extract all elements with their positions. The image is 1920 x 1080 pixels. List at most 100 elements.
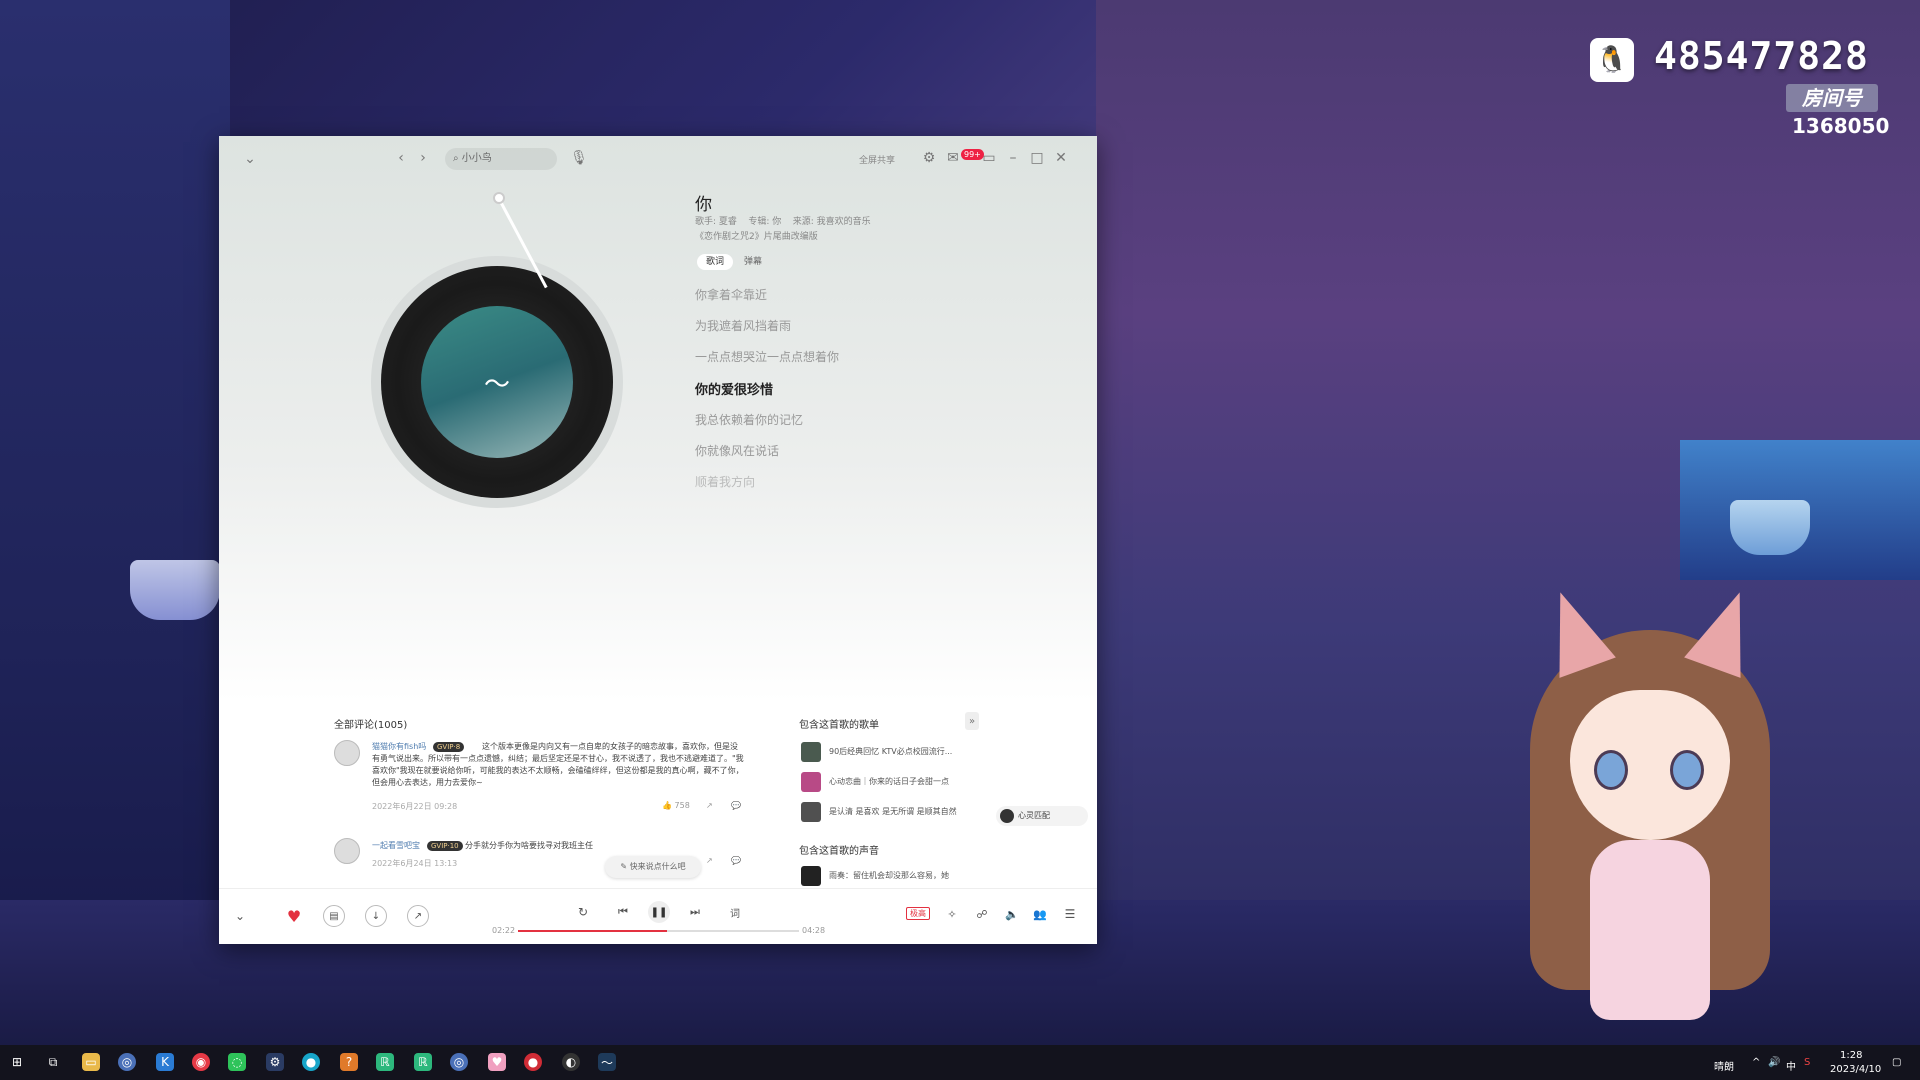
tonearm-pivot	[493, 192, 505, 204]
reply-icon[interactable]: 💬	[731, 801, 741, 810]
app-red-icon[interactable]: ●	[524, 1053, 542, 1071]
song-meta: 歌手: 夏睿 专辑: 你 来源: 我喜欢的音乐	[695, 214, 871, 227]
clock-date[interactable]: 2023/4/10	[1830, 1064, 1881, 1075]
expand-chevron-icon[interactable]: »	[965, 712, 979, 730]
playlist-thumb	[801, 742, 821, 762]
avatar-eye-right	[1670, 750, 1704, 790]
mail-icon[interactable]: ✉	[945, 150, 961, 166]
forward-arrow-icon[interactable]: ›	[415, 150, 431, 166]
file-explorer-icon[interactable]: ▭	[82, 1053, 100, 1071]
add-to-playlist-icon[interactable]: ▤	[323, 905, 345, 927]
like-heart-icon[interactable]: ♥	[285, 907, 303, 926]
album-cover[interactable]: 〜	[421, 306, 573, 458]
song-album[interactable]: 专辑: 你	[748, 217, 781, 227]
progress-fill	[518, 930, 667, 932]
lyric-line: 你就像风在说话	[695, 444, 780, 458]
lyric-line: 一点点想哭泣一点点想着你	[695, 350, 840, 364]
heart-match-button[interactable]: 心灵匹配	[996, 806, 1088, 826]
fullscreen-share-button[interactable]: 全屏共享	[859, 153, 895, 166]
write-comment-button[interactable]: ✎ 快来说点什么吧	[605, 856, 701, 878]
close-icon[interactable]: ✕	[1053, 150, 1069, 166]
obs-icon[interactable]: ◐	[562, 1053, 580, 1071]
voices-header: 包含这首歌的声音	[799, 846, 879, 857]
qq-penguin-icon: 🐧	[1590, 38, 1634, 82]
clock-time[interactable]: 1:28	[1840, 1050, 1862, 1061]
comment-user[interactable]: 一起看雪吧宝	[372, 840, 420, 851]
browser-icon[interactable]: ◎	[118, 1053, 136, 1071]
song-subline: 《恋作剧之咒2》片尾曲改编版	[695, 232, 818, 242]
progress-bar[interactable]	[518, 930, 799, 932]
maximize-icon[interactable]: □	[1029, 150, 1045, 166]
tab-lyrics[interactable]: 歌词	[697, 254, 734, 270]
volume-tray-icon[interactable]: 🔊	[1768, 1057, 1780, 1068]
weather-text[interactable]: 晴朗	[1714, 1058, 1734, 1073]
download-icon[interactable]: ↓	[365, 905, 387, 927]
settings-gear-icon[interactable]: ⚙	[921, 150, 937, 166]
minimize-icon[interactable]: –	[1005, 150, 1021, 166]
search-text: 小小鸟	[461, 153, 492, 164]
app-teal-icon[interactable]: ●	[302, 1053, 320, 1071]
listen-together-icon[interactable]: ☍	[971, 905, 993, 923]
reply-icon[interactable]: 💬	[731, 856, 741, 865]
share-icon[interactable]: ↗	[706, 856, 713, 865]
current-time: 02:22	[492, 926, 516, 935]
app-green-icon-2[interactable]: ℝ	[414, 1053, 432, 1071]
playlist-queue-icon[interactable]: ☰	[1061, 905, 1079, 923]
music-player-window: ⌄ ‹ › ⌕ 小小鸟 🎙 全屏共享 ⚙ ✉ 99+ ▭ – □ ✕ 〜 你 歌…	[219, 136, 1097, 944]
volume-icon[interactable]: 🔈	[1003, 905, 1021, 923]
microphone-icon[interactable]: 🎙	[570, 150, 588, 166]
app-green-icon-1[interactable]: ℝ	[376, 1053, 394, 1071]
like-count: 758	[674, 801, 690, 810]
avatar[interactable]	[334, 740, 360, 766]
back-arrow-icon[interactable]: ‹	[393, 150, 409, 166]
windows-start-icon[interactable]: ⊞	[8, 1053, 26, 1071]
collapse-player-icon[interactable]: ⌄	[231, 907, 249, 925]
input-language[interactable]: 中	[1786, 1058, 1796, 1073]
ime-icon[interactable]: S	[1804, 1057, 1810, 1068]
share-icon[interactable]: ↗	[706, 801, 713, 810]
next-track-icon[interactable]: ⏭	[686, 903, 704, 921]
tab-danmaku[interactable]: 弹幕	[735, 254, 771, 270]
stream-room-overlay: 🐧 485477828 房间号 1368050	[1590, 34, 1890, 138]
task-view-icon[interactable]: ⧉	[44, 1053, 62, 1071]
comment-text: 这个版本更像是内向又有一点自卑的女孩子的暗恋故事，喜欢你，但是没有勇气说出来。所…	[372, 742, 744, 787]
room-number: 1368050	[1792, 114, 1890, 138]
share-song-icon[interactable]: ↗	[407, 905, 429, 927]
live2d-icon[interactable]: ♥	[488, 1053, 506, 1071]
background-lamp-left	[130, 560, 220, 620]
friends-icon[interactable]: 👥	[1031, 905, 1049, 923]
comment-time: 2022年6月22日 09:28	[372, 802, 458, 811]
total-time: 04:28	[802, 926, 826, 935]
app-window-icon[interactable]: 〜	[598, 1053, 616, 1071]
sound-quality-badge[interactable]: 极高	[906, 907, 930, 920]
netease-music-icon[interactable]: ◉	[192, 1053, 210, 1071]
wechat-icon[interactable]: ◌	[228, 1053, 246, 1071]
song-source[interactable]: 来源: 我喜欢的音乐	[793, 217, 871, 227]
tray-chevron-icon[interactable]: ^	[1752, 1057, 1760, 1068]
like-button[interactable]: 👍 758	[662, 801, 690, 810]
match-avatar	[1000, 809, 1014, 823]
pause-button[interactable]: ❚❚	[648, 901, 670, 923]
lyric-line: 为我遮着风挡着雨	[695, 319, 792, 333]
song-singer[interactable]: 歌手: 夏睿	[695, 217, 737, 227]
room-label: 房间号	[1786, 84, 1878, 112]
avatar[interactable]	[334, 838, 360, 864]
previous-track-icon[interactable]: ⏮	[614, 903, 632, 921]
app-orange-icon[interactable]: ?	[340, 1053, 358, 1071]
repeat-icon[interactable]: ↻	[574, 903, 592, 921]
collapse-chevron-icon[interactable]: ⌄	[241, 150, 259, 168]
lyrics-toggle-icon[interactable]: 词	[726, 903, 744, 921]
player-bar: ⌄ ♥ ▤ ↓ ↗ ↻ ⏮ ❚❚ ⏭ 词 极高 ✧ ☍ 🔈 👥 ☰	[219, 888, 1097, 944]
app-k-icon[interactable]: K	[156, 1053, 174, 1071]
search-input[interactable]: ⌕ 小小鸟	[445, 148, 557, 170]
sound-effect-icon[interactable]: ✧	[943, 905, 961, 923]
match-label: 心灵匹配	[1018, 811, 1050, 820]
avatar-body	[1590, 840, 1710, 1020]
vtuber-avatar	[1510, 582, 1790, 1045]
mini-mode-icon[interactable]: ▭	[981, 150, 997, 166]
steam-icon[interactable]: ⚙	[266, 1053, 284, 1071]
voice-thumb	[801, 866, 821, 886]
notification-icon[interactable]: ▢	[1892, 1057, 1901, 1068]
voice-title: 雨奏：留住机会却没那么容易，她	[829, 871, 949, 880]
browser-icon-2[interactable]: ◎	[450, 1053, 468, 1071]
